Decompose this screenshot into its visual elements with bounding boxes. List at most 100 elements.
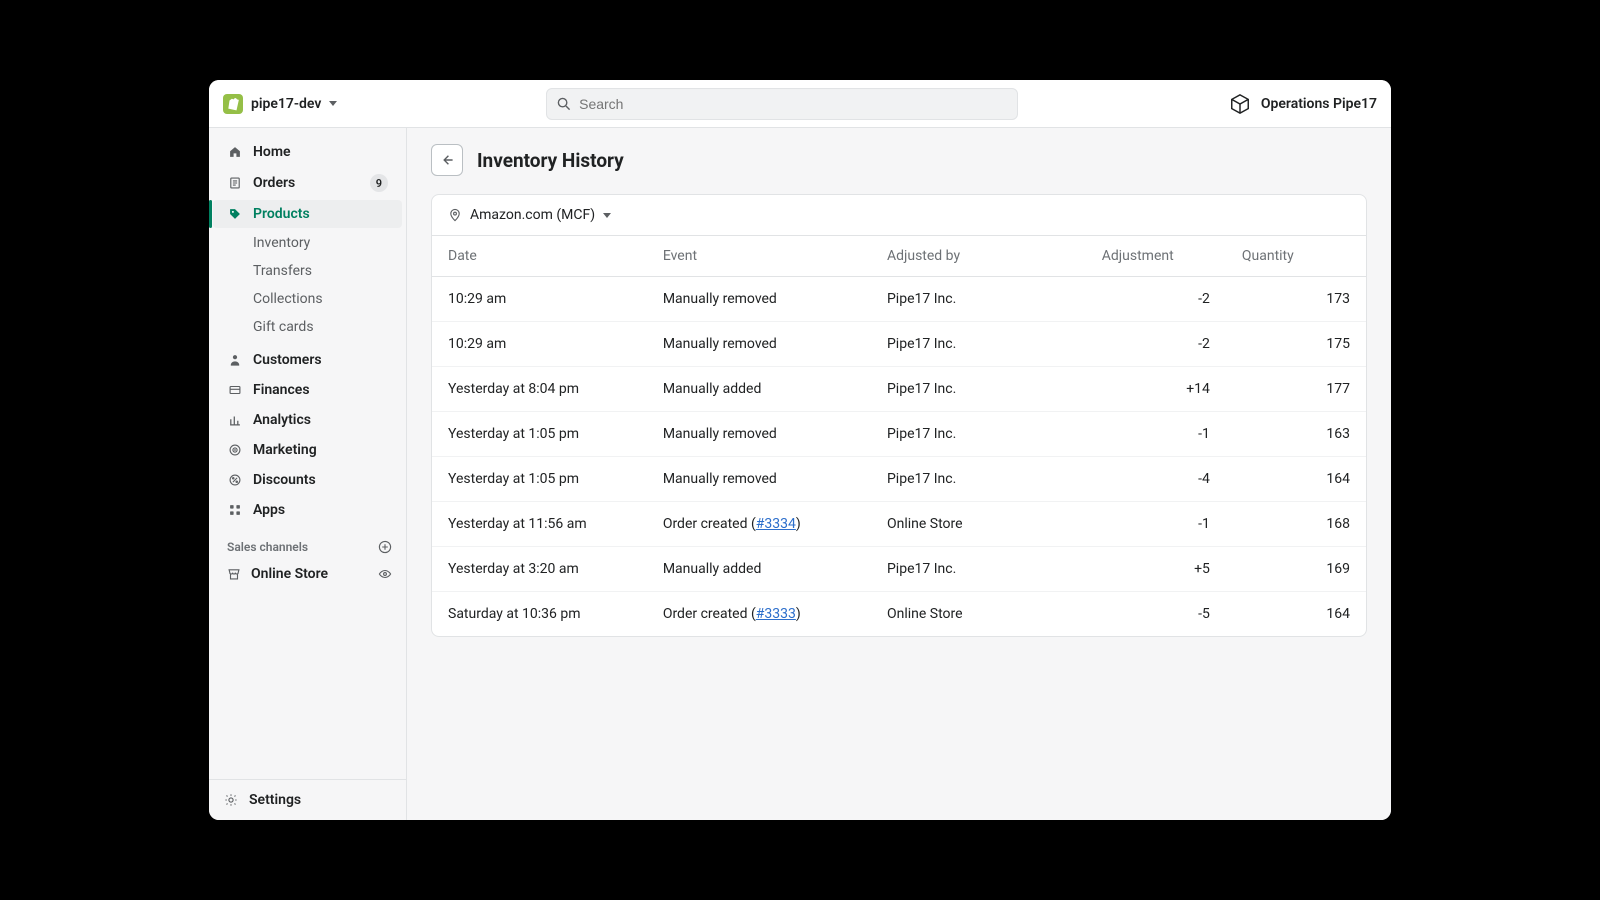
sidebar-item-products[interactable]: Products <box>213 200 402 228</box>
products-icon <box>227 207 243 221</box>
sidebar-item-marketing[interactable]: Marketing <box>213 436 402 464</box>
history-table: Date Event Adjusted by Adjustment Quanti… <box>432 235 1366 636</box>
app-window: pipe17-dev Operations Pipe17 Home Orders 9… <box>209 80 1391 820</box>
body: Home Orders 9 Products InventoryTransfersCol… <box>209 128 1391 820</box>
shopify-logo-icon <box>223 94 243 114</box>
cell-adjusted-by: Pipe17 Inc. <box>871 457 1086 502</box>
sidebar-item-customers[interactable]: Customers <box>213 346 402 374</box>
sidebar-item-home[interactable]: Home <box>213 138 402 166</box>
order-link[interactable]: #3333 <box>756 606 796 622</box>
location-selector[interactable]: Amazon.com (MCF) <box>432 195 1366 235</box>
chevron-down-icon <box>329 101 337 106</box>
sidebar-item-label: Marketing <box>253 442 317 458</box>
subnav-transfers[interactable]: Transfers <box>213 258 402 284</box>
package-icon <box>1227 91 1253 117</box>
cell-event: Manually removed <box>647 457 871 502</box>
sidebar-item-label: Finances <box>253 382 310 398</box>
discounts-icon <box>227 473 243 487</box>
cell-event: Manually added <box>647 367 871 412</box>
storefront-icon <box>227 567 241 581</box>
marketing-icon <box>227 443 243 457</box>
cell-quantity: 168 <box>1226 502 1366 547</box>
home-icon <box>227 145 243 159</box>
cell-adjustment: -5 <box>1086 592 1226 637</box>
store-name: pipe17-dev <box>251 96 321 112</box>
sidebar: Home Orders 9 Products InventoryTransfersCol… <box>209 128 407 820</box>
search-input[interactable] <box>546 88 1018 120</box>
orders-badge: 9 <box>370 174 388 192</box>
search-field[interactable] <box>579 96 1007 112</box>
search-icon <box>557 97 571 111</box>
table-row: Yesterday at 1:05 pmManually removedPipe… <box>432 457 1366 502</box>
account-switch[interactable]: Operations Pipe17 <box>1227 91 1377 117</box>
settings-label: Settings <box>249 792 301 808</box>
cell-event: Manually removed <box>647 412 871 457</box>
sidebar-item-label: Orders <box>253 175 295 191</box>
cell-adjusted-by: Online Store <box>871 502 1086 547</box>
sales-channels-header: Sales channels <box>209 526 406 560</box>
orders-icon <box>227 176 243 190</box>
account-name: Operations Pipe17 <box>1261 96 1377 112</box>
sidebar-item-label: Discounts <box>253 472 316 488</box>
cell-adjusted-by: Pipe17 Inc. <box>871 367 1086 412</box>
cell-date: 10:29 am <box>432 277 647 322</box>
sidebar-item-label: Analytics <box>253 412 311 428</box>
cell-date: Yesterday at 1:05 pm <box>432 412 647 457</box>
cell-event: Order created (#3333) <box>647 592 871 637</box>
gear-icon <box>223 793 239 807</box>
analytics-icon <box>227 413 243 427</box>
subnav-collections[interactable]: Collections <box>213 286 402 312</box>
sidebar-item-orders[interactable]: Orders 9 <box>213 168 402 198</box>
cell-quantity: 175 <box>1226 322 1366 367</box>
cell-adjustment: -2 <box>1086 277 1226 322</box>
table-row: 10:29 amManually removedPipe17 Inc.-2173 <box>432 277 1366 322</box>
cell-quantity: 169 <box>1226 547 1366 592</box>
cell-event: Order created (#3334) <box>647 502 871 547</box>
cell-event: Manually removed <box>647 277 871 322</box>
cell-quantity: 164 <box>1226 457 1366 502</box>
table-row: Saturday at 10:36 pmOrder created (#3333… <box>432 592 1366 637</box>
cell-quantity: 163 <box>1226 412 1366 457</box>
cell-adjustment: -4 <box>1086 457 1226 502</box>
topbar: pipe17-dev Operations Pipe17 <box>209 80 1391 128</box>
table-row: Yesterday at 3:20 amManually addedPipe17… <box>432 547 1366 592</box>
cell-quantity: 164 <box>1226 592 1366 637</box>
store-switcher[interactable]: pipe17-dev <box>223 94 337 114</box>
sidebar-item-label: Products <box>253 206 310 222</box>
cell-adjusted-by: Pipe17 Inc. <box>871 547 1086 592</box>
sidebar-item-discounts[interactable]: Discounts <box>213 466 402 494</box>
cell-adjusted-by: Pipe17 Inc. <box>871 322 1086 367</box>
add-channel-icon[interactable] <box>378 540 392 554</box>
cell-quantity: 173 <box>1226 277 1366 322</box>
subnav-inventory[interactable]: Inventory <box>213 230 402 256</box>
view-store-icon[interactable] <box>378 567 392 581</box>
customers-icon <box>227 353 243 367</box>
sidebar-item-analytics[interactable]: Analytics <box>213 406 402 434</box>
cell-adjusted-by: Online Store <box>871 592 1086 637</box>
nav: Home Orders 9 Products InventoryTransfersCol… <box>209 138 406 779</box>
subnav-gift-cards[interactable]: Gift cards <box>213 314 402 340</box>
col-date-header: Date <box>432 236 647 277</box>
settings-link[interactable]: Settings <box>209 779 406 820</box>
col-event-header: Event <box>647 236 871 277</box>
page-title: Inventory History <box>477 149 624 172</box>
order-link[interactable]: #3334 <box>756 516 796 532</box>
cell-adjustment: -1 <box>1086 502 1226 547</box>
table-row: Yesterday at 1:05 pmManually removedPipe… <box>432 412 1366 457</box>
sidebar-item-finances[interactable]: Finances <box>213 376 402 404</box>
arrow-left-icon <box>440 153 454 167</box>
channel-online-store[interactable]: Online Store <box>209 560 406 588</box>
sidebar-item-label: Home <box>253 144 291 160</box>
sidebar-item-apps[interactable]: Apps <box>213 496 402 524</box>
table-row: Yesterday at 8:04 pmManually addedPipe17… <box>432 367 1366 412</box>
cell-adjusted-by: Pipe17 Inc. <box>871 277 1086 322</box>
cell-date: Yesterday at 8:04 pm <box>432 367 647 412</box>
cell-date: Saturday at 10:36 pm <box>432 592 647 637</box>
back-button[interactable] <box>431 144 463 176</box>
cell-adjustment: -2 <box>1086 322 1226 367</box>
cell-date: Yesterday at 3:20 am <box>432 547 647 592</box>
sales-channels-label: Sales channels <box>227 540 308 554</box>
cell-adjustment: +5 <box>1086 547 1226 592</box>
chevron-down-icon <box>603 213 611 218</box>
history-card: Amazon.com (MCF) Date Event Adjusted by … <box>431 194 1367 637</box>
